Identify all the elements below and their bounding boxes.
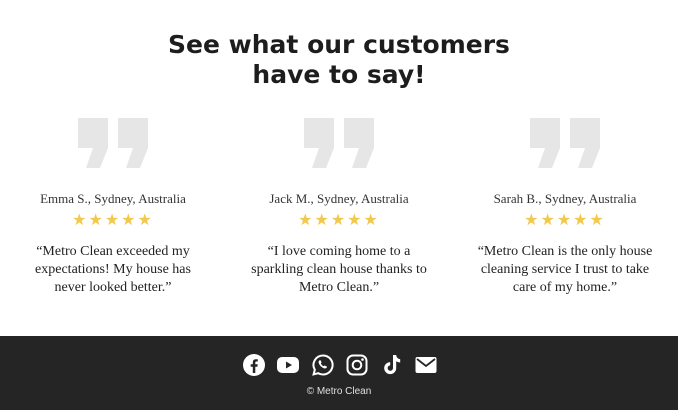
- social-links: [242, 353, 438, 377]
- reviewer-name: Emma S., Sydney, Australia: [40, 191, 186, 206]
- email-icon[interactable]: [414, 353, 438, 377]
- quote-mark-icon: [530, 118, 600, 168]
- star-rating: ★★★★★: [298, 210, 380, 229]
- copyright-text: © Metro Clean: [306, 386, 372, 397]
- youtube-icon[interactable]: [276, 353, 300, 377]
- instagram-icon[interactable]: [345, 353, 369, 377]
- tiktok-icon[interactable]: [380, 353, 404, 377]
- star-rating: ★★★★★: [524, 210, 606, 229]
- reviewer-name: Jack M., Sydney, Australia: [269, 191, 409, 206]
- section-title: See what our customers have to say!: [168, 30, 510, 89]
- testimonial-card: Sarah B., Sydney, Australia ★★★★★ “Metro…: [452, 118, 678, 297]
- review-text: “I love coming home to a sparkling clean…: [251, 244, 427, 295]
- testimonials-section: See what our customers have to say! Emma…: [0, 0, 678, 336]
- quote-mark-icon: [78, 118, 148, 168]
- quote-mark-icon: [304, 118, 374, 168]
- review-text: “Metro Clean exceeded my expectations! M…: [35, 244, 191, 295]
- reviewer-name: Sarah B., Sydney, Australia: [493, 191, 637, 206]
- whatsapp-icon[interactable]: [311, 353, 335, 377]
- testimonial-card: Jack M., Sydney, Australia ★★★★★ “I love…: [226, 118, 452, 297]
- facebook-icon[interactable]: [242, 353, 266, 377]
- site-footer: © Metro Clean: [0, 336, 678, 410]
- review-text: “Metro Clean is the only house cleaning …: [477, 244, 653, 295]
- star-rating: ★★★★★: [72, 210, 154, 229]
- testimonial-card: Emma S., Sydney, Australia ★★★★★ “Metro …: [0, 118, 226, 297]
